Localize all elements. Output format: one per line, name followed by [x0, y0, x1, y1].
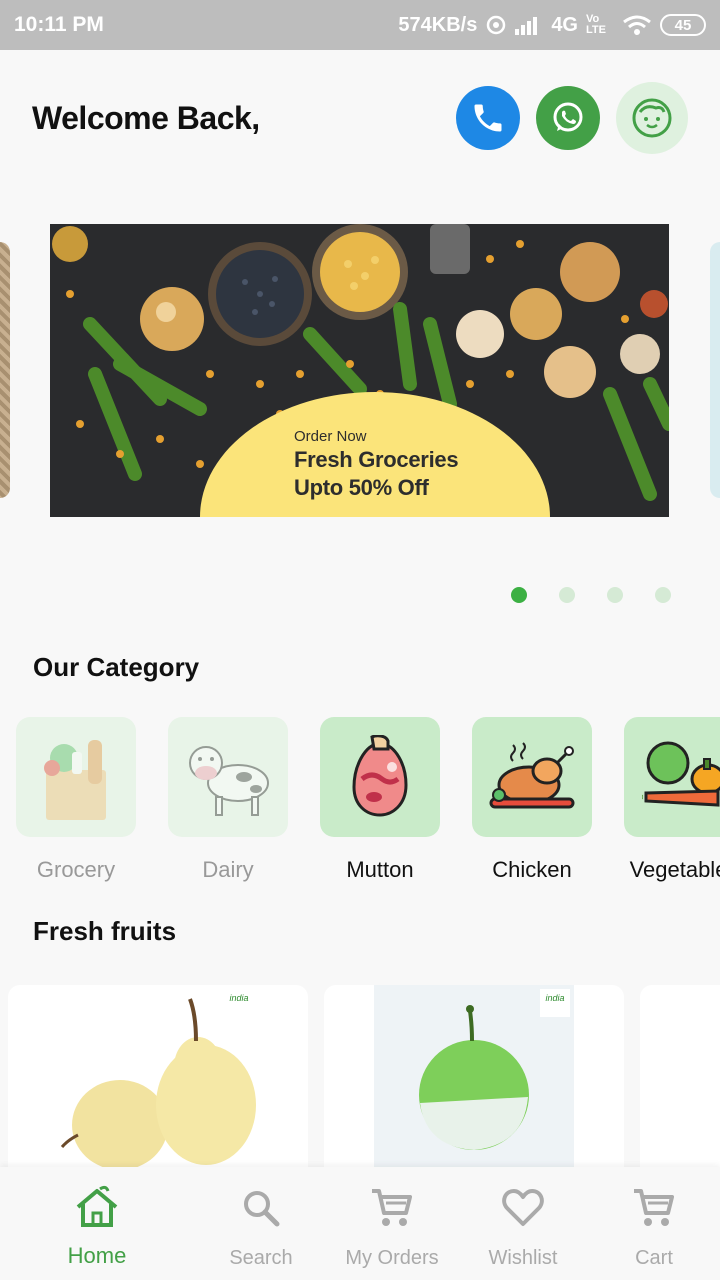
category-label: Mutton — [346, 857, 414, 882]
carousel-indicator — [511, 587, 671, 603]
bottom-navigation: Home Search My Orders Wishlist Cart — [0, 1167, 720, 1280]
category-grocery[interactable]: Grocery — [16, 717, 136, 883]
promo-banner[interactable]: Order Now Fresh Groceries Upto 50% Off — [50, 224, 669, 517]
category-section-title: Our Category — [33, 652, 200, 682]
category-icon-box — [320, 717, 440, 837]
home-icon — [76, 1185, 118, 1227]
search-icon — [244, 1191, 280, 1227]
nav-cart[interactable]: Cart — [589, 1185, 719, 1270]
category-dairy[interactable]: Dairy — [168, 717, 288, 883]
banner-offer: Upto 50% Off — [294, 475, 429, 500]
whatsapp-icon — [553, 102, 583, 132]
vegetables-icon — [642, 741, 720, 807]
network-type: 4G — [551, 13, 578, 36]
carousel-dot[interactable] — [511, 587, 527, 603]
cow-icon — [189, 746, 269, 816]
fruits-section-title: Fresh fruits — [33, 916, 177, 946]
banner-text: Order Now Fresh Groceries Upto 50% Off — [294, 428, 459, 502]
category-icon-box — [16, 717, 136, 837]
category-label: Vegetables — [629, 857, 720, 882]
nav-label: Home — [67, 1243, 127, 1268]
phone-icon — [474, 104, 502, 132]
hotspot-icon — [485, 14, 507, 36]
roast-chicken-icon — [489, 742, 575, 809]
grocery-bag-icon — [44, 740, 106, 820]
category-icon-box — [168, 717, 288, 837]
india-badge: india — [540, 989, 570, 1017]
status-bar: 10:11 PM 574KB/s 4G Vo LTE 45 — [0, 0, 720, 50]
whatsapp-button[interactable] — [536, 86, 600, 150]
carousel-dot[interactable] — [559, 587, 575, 603]
face-icon — [632, 98, 672, 138]
product-card[interactable] — [640, 985, 720, 1185]
category-mutton[interactable]: Mutton — [320, 717, 440, 883]
category-icon-box — [624, 717, 720, 837]
cart-icon — [634, 1189, 674, 1226]
india-badge: india — [224, 989, 254, 1017]
category-label: Chicken — [492, 857, 572, 882]
status-indicators: 574KB/s 4G Vo LTE 45 — [398, 14, 706, 37]
profile-button[interactable] — [616, 82, 688, 154]
nav-home[interactable]: Home — [32, 1185, 162, 1269]
carousel-next-slide[interactable] — [710, 242, 720, 498]
meat-icon — [352, 735, 408, 817]
welcome-title: Welcome Back, — [32, 100, 260, 136]
signal-icon — [515, 15, 543, 35]
category-list: Grocery Dairy Mutton Chicken Vegetabl — [16, 717, 720, 897]
call-button[interactable] — [456, 86, 520, 150]
nav-my-orders[interactable]: My Orders — [327, 1185, 457, 1270]
cart-icon — [372, 1189, 412, 1226]
category-chicken[interactable]: Chicken — [472, 717, 592, 883]
nav-search[interactable]: Search — [196, 1185, 326, 1270]
carrier-label: Vo LTE — [586, 13, 606, 36]
nav-wishlist[interactable]: Wishlist — [458, 1185, 588, 1270]
nav-label: Cart — [635, 1247, 673, 1269]
category-label: Dairy — [202, 857, 254, 882]
carousel-dot[interactable] — [655, 587, 671, 603]
product-card[interactable]: india — [324, 985, 624, 1185]
wifi-icon — [622, 14, 652, 36]
carousel-dot[interactable] — [607, 587, 623, 603]
battery-indicator: 45 — [660, 14, 706, 36]
banner-subtitle: Order Now — [294, 428, 367, 445]
category-vegetables[interactable]: Vegetables — [624, 717, 720, 883]
network-speed: 574KB/s — [398, 13, 478, 36]
nav-label: Wishlist — [488, 1247, 558, 1269]
status-time: 10:11 PM — [14, 13, 104, 36]
heart-icon — [502, 1189, 544, 1226]
category-icon-box — [472, 717, 592, 837]
category-label: Grocery — [36, 857, 116, 882]
nav-label: My Orders — [345, 1247, 439, 1269]
nav-label: Search — [229, 1247, 293, 1269]
product-card[interactable]: india — [8, 985, 308, 1185]
banner-headline: Fresh Groceries — [294, 447, 459, 472]
carousel-prev-slide[interactable] — [0, 242, 10, 498]
